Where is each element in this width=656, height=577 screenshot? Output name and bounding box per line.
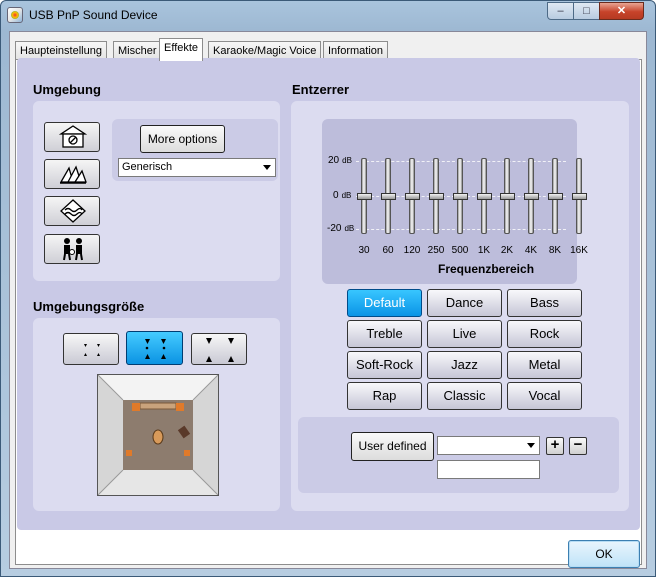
environment-hall-button[interactable] [44,122,100,152]
eq-band-label: 500 [451,245,469,256]
eq-slider-thumb[interactable] [429,193,444,200]
size-small-button[interactable] [63,333,119,365]
preset-vocal-button[interactable]: Vocal [507,382,582,410]
preset-dance-button[interactable]: Dance [427,289,502,317]
preset-metal-button[interactable]: Metal [507,351,582,379]
preset-default-button[interactable]: Default [347,289,422,317]
preset-soft-rock-button[interactable]: Soft-Rock [347,351,422,379]
eq-band-label: 4K [524,245,538,256]
small-room-icon [84,344,100,356]
environment-preset-select[interactable]: Generisch [118,158,276,177]
chevron-down-icon [527,443,535,448]
title-bar[interactable]: USB PnP Sound Device – □ ✕ [1,1,655,29]
eq-slider-thumb[interactable] [381,193,396,200]
performers-icon [63,238,83,261]
large-room-icon [206,338,234,362]
room-preview-image [97,374,219,496]
environment-title: Umgebung [33,82,101,97]
eq-slider-thumb[interactable] [477,193,492,200]
eq-band-label: 250 [427,245,445,256]
more-options-button[interactable]: More options [140,125,225,153]
eq-band-label: 60 [382,245,394,256]
equalizer-title: Entzerrer [292,82,350,97]
underwater-icon [60,199,86,223]
hall-icon [59,125,87,148]
eq-band-label: 30 [358,245,370,256]
environment-preset-value: Generisch [122,161,173,173]
eq-band-label: 2K [500,245,514,256]
eq-slider-thumb[interactable] [357,193,372,200]
preset-rap-button[interactable]: Rap [347,382,422,410]
frequency-axis-label: Frequenzbereich [438,262,535,276]
environment-underwater-button[interactable] [44,196,100,226]
close-button[interactable]: ✕ [599,2,644,20]
preset-classic-button[interactable]: Classic [427,382,502,410]
room-preview [97,374,219,496]
eq-slider-thumb[interactable] [524,193,539,200]
db-label-top: 20 dB [328,155,352,166]
eq-slider-thumb[interactable] [548,193,563,200]
minimize-button[interactable]: – [547,2,574,20]
eq-slider-thumb[interactable] [453,193,468,200]
eq-slider-thumb[interactable] [572,193,587,200]
preset-treble-button[interactable]: Treble [347,320,422,348]
preset-name-input[interactable] [437,460,540,479]
preset-live-button[interactable]: Live [427,320,502,348]
environment-opera-button[interactable] [44,159,100,189]
environment-size-title: Umgebungsgröße [33,299,145,314]
chevron-down-icon [263,165,271,170]
environment-concert-button[interactable] [44,234,100,264]
eq-slider-thumb[interactable] [405,193,420,200]
eq-band-label: 8K [548,245,562,256]
preset-rock-button[interactable]: Rock [507,320,582,348]
db-label-zero: 0 dB [333,190,352,201]
user-defined-panel [298,417,619,493]
eq-band-label: 16K [570,245,588,256]
preset-bass-button[interactable]: Bass [507,289,582,317]
speaker-app-icon [7,7,23,23]
size-large-button[interactable] [191,333,247,365]
db-label-bottom: -20 dB [327,223,355,234]
medium-room-icon [145,339,166,359]
preset-jazz-button[interactable]: Jazz [427,351,502,379]
remove-preset-button[interactable]: − [569,437,587,455]
window-title: USB PnP Sound Device [29,8,158,22]
size-medium-button[interactable] [126,331,183,365]
user-defined-button[interactable]: User defined [351,432,434,461]
user-preset-select[interactable] [437,436,540,455]
opera-house-icon [59,165,87,184]
maximize-button[interactable]: □ [573,2,600,20]
ok-button[interactable]: OK [568,540,640,568]
tab-effekte[interactable]: Effekte [159,38,204,61]
add-preset-button[interactable]: + [546,437,564,455]
eq-slider-thumb[interactable] [500,193,515,200]
eq-band-label: 120 [403,245,421,256]
